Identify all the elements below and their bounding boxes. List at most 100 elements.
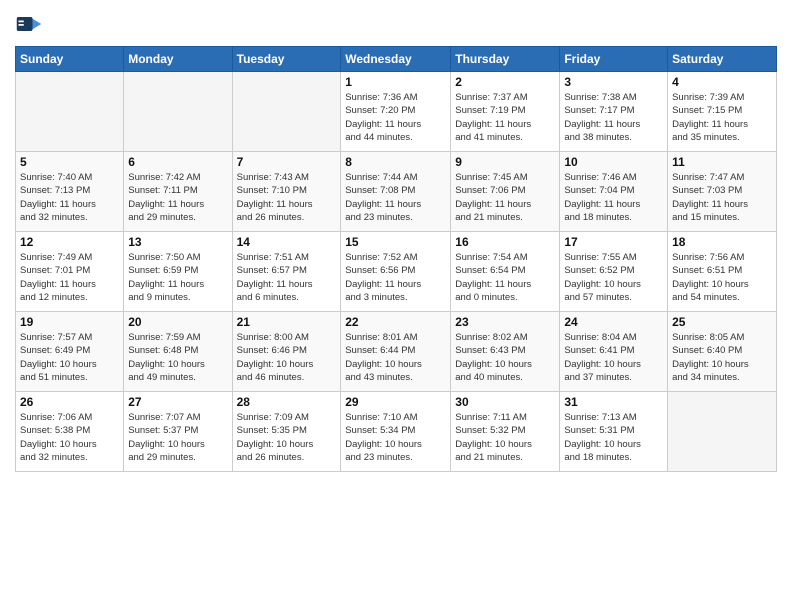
day-number: 5 [20,155,119,169]
day-number: 6 [128,155,227,169]
weekday-wednesday: Wednesday [341,47,451,72]
day-cell [668,392,777,472]
day-cell: 30Sunrise: 7:11 AMSunset: 5:32 PMDayligh… [451,392,560,472]
day-info: Sunrise: 8:01 AMSunset: 6:44 PMDaylight:… [345,331,446,384]
day-cell: 27Sunrise: 7:07 AMSunset: 5:37 PMDayligh… [124,392,232,472]
day-cell: 18 Sunrise: 7:56 AMSunset: 6:51 PMDayligh… [668,232,777,312]
day-info: Sunrise: 7:09 AMSunset: 5:35 PMDaylight:… [237,411,337,464]
week-row-5: 26 Sunrise: 7:06 AMSunset: 5:38 PMDayligh… [16,392,777,472]
day-cell: 15Sunrise: 7:52 AMSunset: 6:56 PMDayligh… [341,232,451,312]
logo-icon [15,10,43,38]
day-cell [124,72,232,152]
day-number: 2 [455,75,555,89]
day-cell: 12 Sunrise: 7:49 AMSunset: 7:01 PMDayligh… [16,232,124,312]
day-number: 25 [672,315,772,329]
day-number: 18 [672,235,772,249]
day-info: Sunrise: 7:51 AMSunset: 6:57 PMDaylight:… [237,251,337,304]
day-cell: 28 Sunrise: 7:09 AMSunset: 5:35 PMDayligh… [232,392,341,472]
day-number: 14 [237,235,337,249]
day-cell: 25 Sunrise: 8:05 AMSunset: 6:40 PMDayligh… [668,312,777,392]
day-cell: 17 Sunrise: 7:55 AMSunset: 6:52 PMDayligh… [560,232,668,312]
day-info: Sunrise: 7:57 AMSunset: 6:49 PMDaylight:… [20,331,119,384]
day-info: Sunrise: 8:00 AMSunset: 6:46 PMDaylight:… [237,331,337,384]
weekday-monday: Monday [124,47,232,72]
day-cell: 11Sunrise: 7:47 AMSunset: 7:03 PMDayligh… [668,152,777,232]
day-number: 29 [345,395,446,409]
day-cell: 8Sunrise: 7:44 AMSunset: 7:08 PMDaylight… [341,152,451,232]
day-number: 26 [20,395,119,409]
day-info: Sunrise: 7:47 AMSunset: 7:03 PMDaylight:… [672,171,772,224]
day-number: 10 [564,155,663,169]
day-cell: 29 Sunrise: 7:10 AMSunset: 5:34 PMDayligh… [341,392,451,472]
weekday-header-row: SundayMondayTuesdayWednesdayThursdayFrid… [16,47,777,72]
day-number: 21 [237,315,337,329]
day-info: Sunrise: 7:43 AMSunset: 7:10 PMDaylight:… [237,171,337,224]
week-row-1: 1 Sunrise: 7:36 AMSunset: 7:20 PMDaylight… [16,72,777,152]
day-cell: 2 Sunrise: 7:37 AMSunset: 7:19 PMDaylight… [451,72,560,152]
day-info: Sunrise: 7:50 AMSunset: 6:59 PMDaylight:… [128,251,227,304]
day-info: Sunrise: 8:05 AMSunset: 6:40 PMDaylight:… [672,331,772,384]
day-number: 20 [128,315,227,329]
day-info: Sunrise: 7:52 AMSunset: 6:56 PMDaylight:… [345,251,446,304]
day-cell [16,72,124,152]
day-info: Sunrise: 7:13 AMSunset: 5:31 PMDaylight:… [564,411,663,464]
day-number: 1 [345,75,446,89]
calendar-body: 1 Sunrise: 7:36 AMSunset: 7:20 PMDaylight… [16,72,777,472]
day-number: 28 [237,395,337,409]
day-number: 17 [564,235,663,249]
day-cell: 20Sunrise: 7:59 AMSunset: 6:48 PMDayligh… [124,312,232,392]
day-cell: 24Sunrise: 8:04 AMSunset: 6:41 PMDayligh… [560,312,668,392]
day-number: 3 [564,75,663,89]
day-cell: 3 Sunrise: 7:38 AMSunset: 7:17 PMDaylight… [560,72,668,152]
weekday-friday: Friday [560,47,668,72]
weekday-tuesday: Tuesday [232,47,341,72]
day-number: 16 [455,235,555,249]
day-info: Sunrise: 7:40 AMSunset: 7:13 PMDaylight:… [20,171,119,224]
day-cell: 13Sunrise: 7:50 AMSunset: 6:59 PMDayligh… [124,232,232,312]
day-info: Sunrise: 7:39 AMSunset: 7:15 PMDaylight:… [672,91,772,144]
day-cell: 31 Sunrise: 7:13 AMSunset: 5:31 PMDayligh… [560,392,668,472]
day-number: 19 [20,315,119,329]
day-number: 12 [20,235,119,249]
day-info: Sunrise: 7:54 AMSunset: 6:54 PMDaylight:… [455,251,555,304]
day-info: Sunrise: 7:44 AMSunset: 7:08 PMDaylight:… [345,171,446,224]
day-cell: 6 Sunrise: 7:42 AMSunset: 7:11 PMDaylight… [124,152,232,232]
day-cell [232,72,341,152]
day-cell: 14 Sunrise: 7:51 AMSunset: 6:57 PMDayligh… [232,232,341,312]
day-number: 30 [455,395,555,409]
week-row-3: 12 Sunrise: 7:49 AMSunset: 7:01 PMDayligh… [16,232,777,312]
weekday-sunday: Sunday [16,47,124,72]
day-info: Sunrise: 7:06 AMSunset: 5:38 PMDaylight:… [20,411,119,464]
day-cell: 16 Sunrise: 7:54 AMSunset: 6:54 PMDayligh… [451,232,560,312]
day-info: Sunrise: 7:46 AMSunset: 7:04 PMDaylight:… [564,171,663,224]
day-info: Sunrise: 7:37 AMSunset: 7:19 PMDaylight:… [455,91,555,144]
day-info: Sunrise: 7:42 AMSunset: 7:11 PMDaylight:… [128,171,227,224]
day-info: Sunrise: 7:55 AMSunset: 6:52 PMDaylight:… [564,251,663,304]
header [15,10,777,38]
week-row-4: 19 Sunrise: 7:57 AMSunset: 6:49 PMDayligh… [16,312,777,392]
day-cell: 22 Sunrise: 8:01 AMSunset: 6:44 PMDayligh… [341,312,451,392]
day-cell: 4 Sunrise: 7:39 AMSunset: 7:15 PMDaylight… [668,72,777,152]
day-cell: 9Sunrise: 7:45 AMSunset: 7:06 PMDaylight… [451,152,560,232]
day-cell: 21 Sunrise: 8:00 AMSunset: 6:46 PMDayligh… [232,312,341,392]
day-cell: 1 Sunrise: 7:36 AMSunset: 7:20 PMDaylight… [341,72,451,152]
day-cell: 19 Sunrise: 7:57 AMSunset: 6:49 PMDayligh… [16,312,124,392]
calendar-table: SundayMondayTuesdayWednesdayThursdayFrid… [15,46,777,472]
day-cell: 10 Sunrise: 7:46 AMSunset: 7:04 PMDayligh… [560,152,668,232]
day-number: 4 [672,75,772,89]
day-info: Sunrise: 7:07 AMSunset: 5:37 PMDaylight:… [128,411,227,464]
day-cell: 23Sunrise: 8:02 AMSunset: 6:43 PMDayligh… [451,312,560,392]
logo [15,10,47,38]
weekday-saturday: Saturday [668,47,777,72]
day-info: Sunrise: 7:38 AMSunset: 7:17 PMDaylight:… [564,91,663,144]
day-cell: 7Sunrise: 7:43 AMSunset: 7:10 PMDaylight… [232,152,341,232]
day-cell: 5 Sunrise: 7:40 AMSunset: 7:13 PMDaylight… [16,152,124,232]
day-cell: 26 Sunrise: 7:06 AMSunset: 5:38 PMDayligh… [16,392,124,472]
day-number: 22 [345,315,446,329]
day-info: Sunrise: 7:56 AMSunset: 6:51 PMDaylight:… [672,251,772,304]
day-info: Sunrise: 7:36 AMSunset: 7:20 PMDaylight:… [345,91,446,144]
day-info: Sunrise: 7:10 AMSunset: 5:34 PMDaylight:… [345,411,446,464]
day-info: Sunrise: 7:49 AMSunset: 7:01 PMDaylight:… [20,251,119,304]
calendar-container: SundayMondayTuesdayWednesdayThursdayFrid… [0,0,792,482]
day-number: 31 [564,395,663,409]
